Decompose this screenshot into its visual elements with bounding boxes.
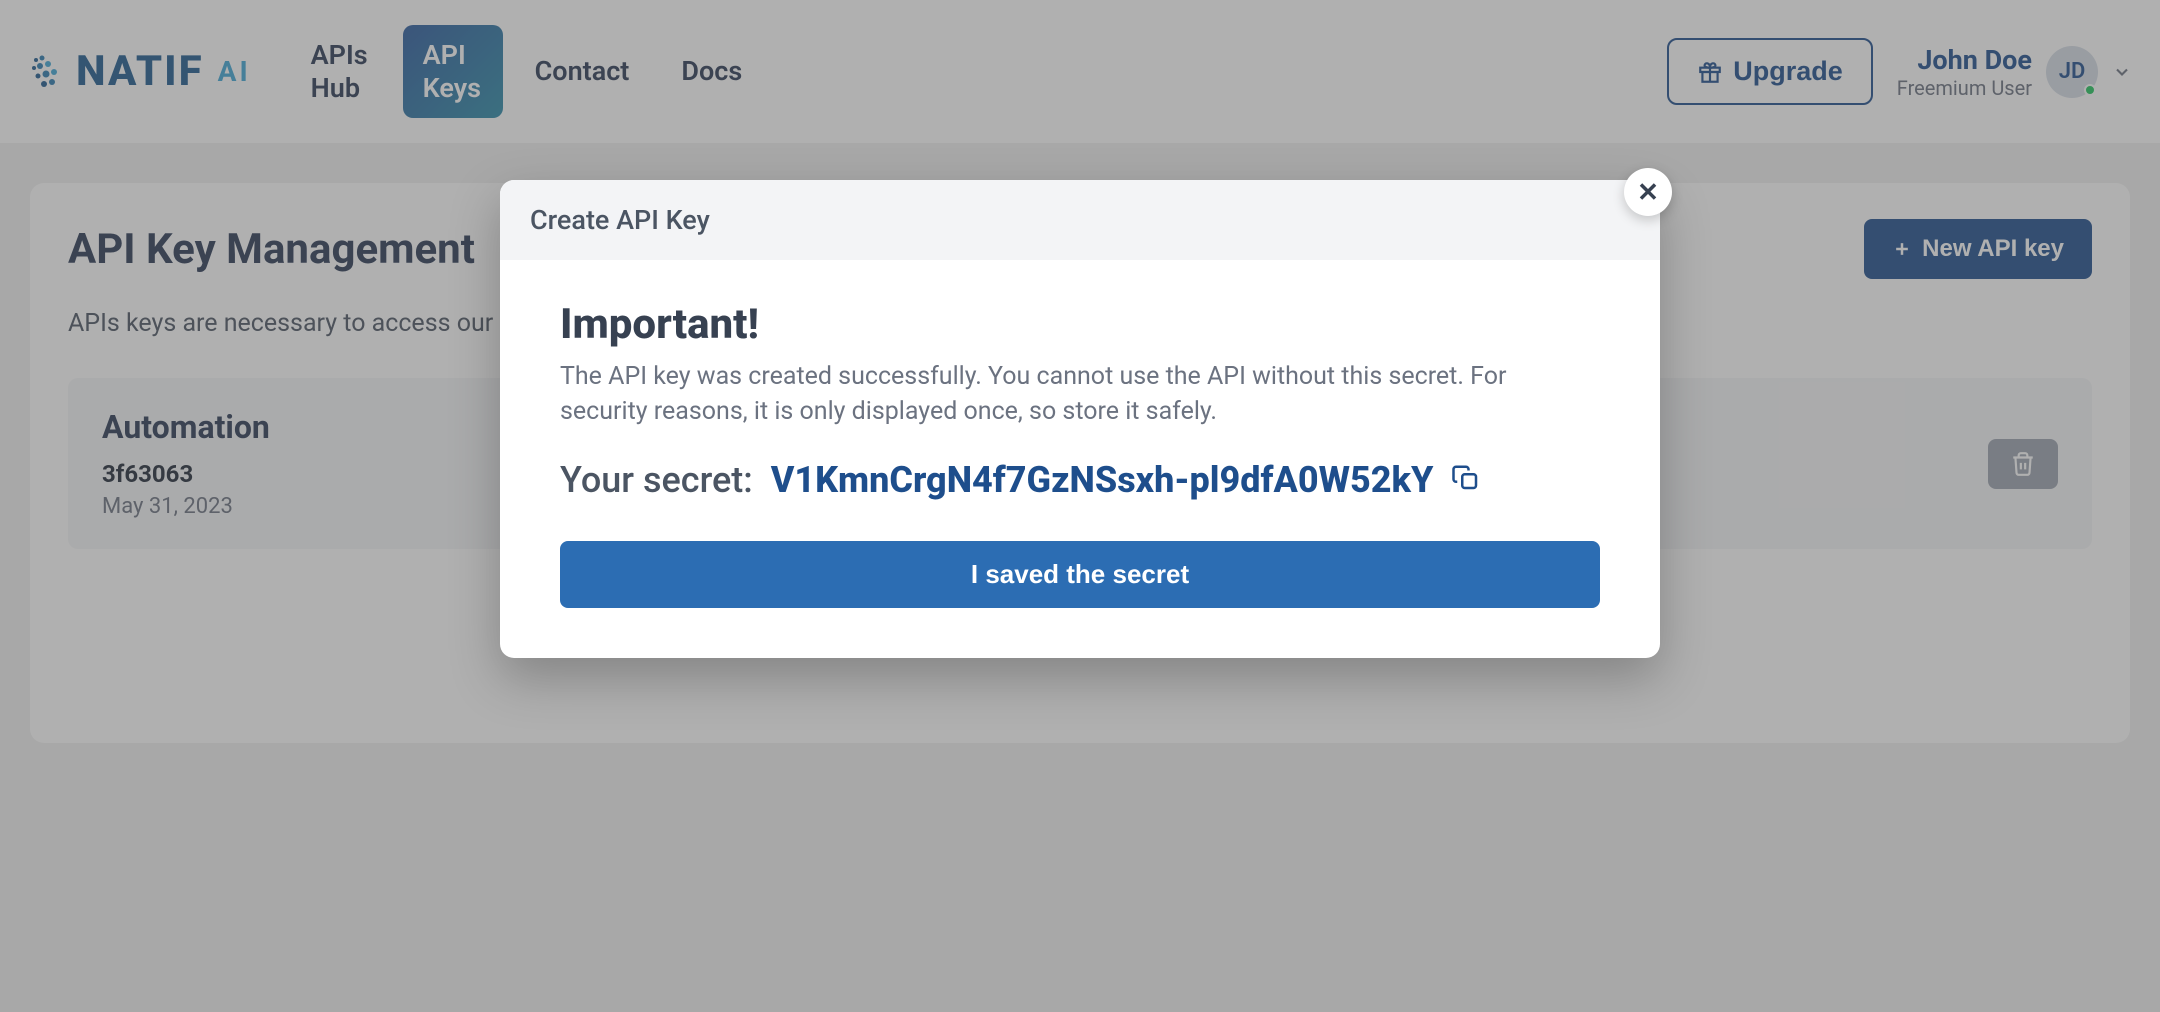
modal-title: Create API Key bbox=[500, 180, 1660, 260]
secret-line: Your secret: V1KmnCrgN4f7GzNSsxh-pl9dfA0… bbox=[560, 459, 1600, 501]
modal-text: The API key was created successfully. Yo… bbox=[560, 359, 1600, 429]
modal-overlay: Create API Key ✕ Important! The API key … bbox=[0, 0, 2160, 1012]
secret-label: Your secret: bbox=[560, 459, 753, 501]
saved-secret-button[interactable]: I saved the secret bbox=[560, 541, 1600, 608]
modal-body: Important! The API key was created succe… bbox=[500, 260, 1660, 658]
copy-icon bbox=[1451, 463, 1481, 493]
secret-value: V1KmnCrgN4f7GzNSsxh-pl9dfA0W52kY bbox=[771, 459, 1434, 501]
close-modal-button[interactable]: ✕ bbox=[1624, 168, 1672, 216]
modal-heading: Important! bbox=[560, 300, 1600, 349]
create-api-key-modal: Create API Key ✕ Important! The API key … bbox=[500, 180, 1660, 658]
close-icon: ✕ bbox=[1637, 177, 1659, 208]
copy-button[interactable] bbox=[1451, 463, 1481, 497]
